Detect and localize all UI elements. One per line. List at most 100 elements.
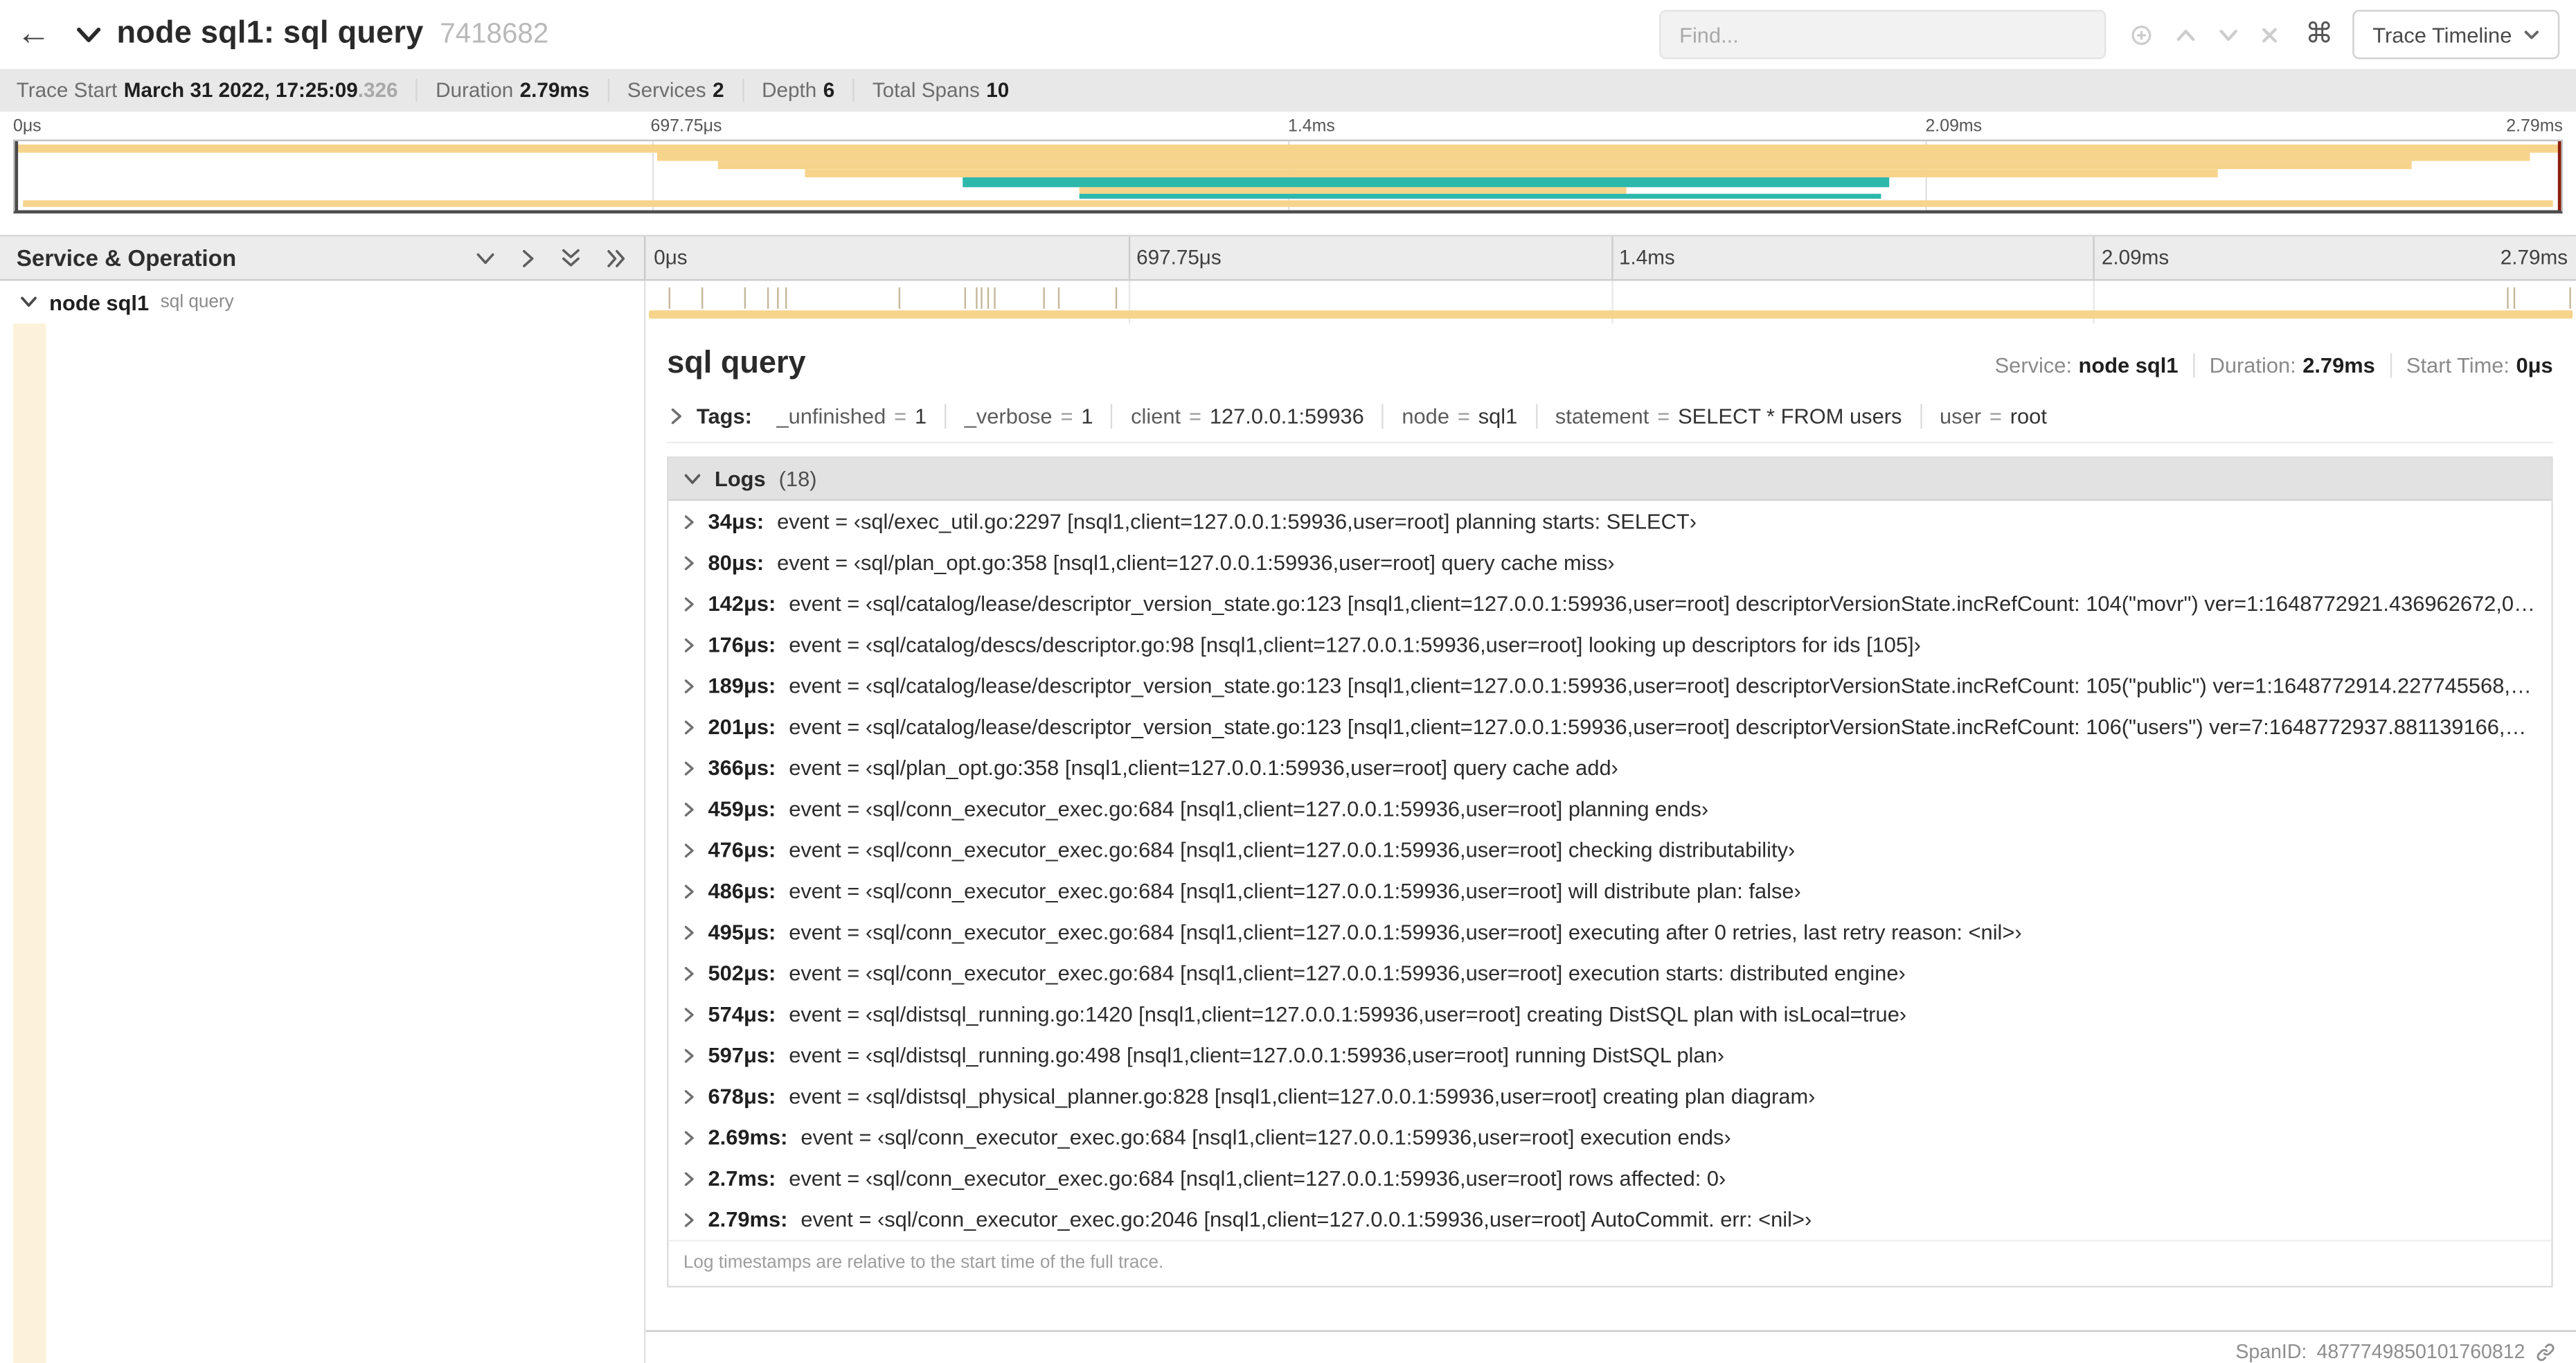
chevron-right-icon — [683, 1089, 695, 1105]
minimap-span-bar — [1079, 193, 1881, 199]
span-row[interactable]: node sql1 sql query — [0, 280, 2576, 324]
logs-accordion-header[interactable]: Logs (18) — [668, 458, 2552, 501]
log-row[interactable]: 201μs: event = ‹sql/catalog/lease/descri… — [669, 706, 2552, 747]
service-operation-title: Service & Operation — [16, 244, 237, 271]
timeline-header: Service & Operation 0μs 697.75μs 1.4ms 2… — [0, 235, 2576, 281]
collapse-all-double-chevron-down-icon[interactable] — [560, 247, 582, 269]
span-id-label: SpanID: — [2235, 1339, 2307, 1363]
span-meta-item: Duration: 2.79ms — [2194, 353, 2392, 378]
minimap-axis-label: 697.75μs — [650, 116, 722, 136]
span-detail-header: sql query Service: node sql1 Duration: 2.7… — [667, 340, 2553, 393]
trace-summary-bar: Trace Start March 31 2022, 17:25:09.326 D… — [0, 69, 2576, 112]
minimap-scrubber-right[interactable] — [2557, 141, 2561, 211]
keyboard-shortcuts-icon[interactable]: ⌘ — [2299, 18, 2353, 51]
link-icon[interactable] — [2535, 1341, 2557, 1362]
chevron-right-icon — [683, 1048, 695, 1064]
trace-view-dropdown[interactable]: Trace Timeline — [2352, 10, 2560, 60]
chevron-right-icon — [683, 1006, 695, 1023]
tag-pair: user = root — [1939, 404, 2047, 429]
minimap-axis-label: 0μs — [12, 116, 42, 136]
chevron-right-icon — [670, 407, 683, 425]
minimap-canvas[interactable] — [12, 139, 2563, 214]
ruler-label: 697.75μs — [1136, 246, 1222, 269]
page-title: node sql1: sql query — [116, 16, 424, 51]
tags-label: Tags: — [696, 404, 752, 429]
log-row[interactable]: 597μs: event = ‹sql/distsql_running.go:4… — [669, 1035, 2552, 1076]
log-row[interactable]: 176μs: event = ‹sql/catalog/descs/descri… — [669, 624, 2552, 665]
span-row-timeline-cell[interactable] — [645, 280, 2576, 324]
log-tick — [744, 287, 746, 309]
trace-summary-item: Trace Start March 31 2022, 17:25:09.326 — [17, 78, 418, 103]
span-detail-title: sql query — [667, 346, 806, 382]
next-match-chevron-down-icon[interactable] — [2218, 27, 2239, 42]
trace-timeline-page: ← node sql1: sql query 7418682 Find... ⌘… — [0, 0, 2576, 1363]
log-row[interactable]: 366μs: event = ‹sql/plan_opt.go:358 [nsq… — [669, 747, 2552, 788]
minimap-span-bar — [22, 200, 2554, 207]
timeline-ruler: 0μs 697.75μs 1.4ms 2.09ms 2.79ms — [645, 236, 2576, 280]
chevron-right-icon — [683, 965, 695, 982]
service-operation-header: Service & Operation — [0, 236, 646, 280]
log-row[interactable]: 495μs: event = ‹sql/conn_executor_exec.g… — [669, 911, 2552, 952]
log-row[interactable]: 142μs: event = ‹sql/catalog/lease/descri… — [669, 583, 2552, 624]
header-controls: ⌘ Trace Timeline — [1659, 10, 2560, 60]
log-row[interactable]: 459μs: event = ‹sql/conn_executor_exec.g… — [669, 788, 2552, 829]
minimap-span-bar — [1079, 187, 1627, 194]
back-icon[interactable]: ← — [17, 15, 75, 54]
clear-find-x-icon[interactable] — [2261, 26, 2279, 44]
minimap-span-bar — [962, 177, 1889, 188]
log-tick — [993, 287, 995, 309]
chevron-right-icon — [683, 760, 695, 777]
expand-one-chevron-right-icon[interactable] — [521, 247, 535, 269]
ruler-label: 2.09ms — [2101, 246, 2170, 269]
collapse-one-chevron-down-icon[interactable] — [475, 251, 497, 265]
minimap-scrubber-left[interactable] — [15, 141, 19, 211]
chevron-down-icon[interactable] — [19, 296, 37, 309]
span-meta-item: Service: node sql1 — [1980, 353, 2195, 378]
log-row[interactable]: 574μs: event = ‹sql/distsql_running.go:1… — [669, 994, 2552, 1035]
tag-pair: statement = SELECT * FROM users — [1537, 404, 1922, 429]
locate-icon[interactable] — [2129, 22, 2154, 47]
log-row[interactable]: 2.7ms: event = ‹sql/conn_executor_exec.g… — [669, 1158, 2552, 1199]
chevron-right-icon — [683, 720, 695, 736]
trace-summary-item: Duration 2.79ms — [418, 78, 609, 103]
log-row[interactable]: 678μs: event = ‹sql/distsql_physical_pla… — [669, 1076, 2552, 1116]
log-tick — [701, 287, 704, 309]
log-tick — [987, 287, 990, 309]
log-row[interactable]: 476μs: event = ‹sql/conn_executor_exec.g… — [669, 829, 2552, 870]
trace-summary-item: Depth 6 — [744, 78, 855, 103]
service-name: node sql1 — [49, 289, 150, 315]
expand-all-double-chevron-right-icon[interactable] — [606, 247, 627, 269]
span-detail-panel: sql query Service: node sql1 Duration: 2.7… — [645, 323, 2576, 1332]
logs-footnote: Log timestamps are relative to the start… — [668, 1240, 2552, 1285]
span-meta-item: Start Time: 0μs — [2406, 353, 2553, 378]
ruler-label: 1.4ms — [1619, 246, 1675, 269]
span-duration-bar[interactable] — [649, 310, 2573, 319]
log-row[interactable]: 2.79ms: event = ‹sql/conn_executor_exec.… — [669, 1199, 2552, 1240]
log-tick — [898, 287, 900, 309]
minimap-axis-label: 2.09ms — [1925, 116, 1983, 136]
minimap-span-bar — [717, 161, 2411, 170]
chevron-right-icon — [683, 925, 695, 941]
tags-accordion[interactable]: Tags: _unfinished = 1 _verbose = 1 client = 12… — [667, 393, 2553, 444]
chevron-right-icon — [683, 637, 695, 654]
minimap-span-bar — [656, 152, 2531, 161]
span-row-name-cell[interactable]: node sql1 sql query — [0, 280, 646, 324]
span-id-row: SpanID: 4877749850101760812 — [645, 1331, 2576, 1363]
timeline-collapser — [475, 247, 628, 269]
prev-match-chevron-up-icon[interactable] — [2176, 27, 2197, 42]
logs-accordion: Logs (18) 34μs: event = ‹sql/exec_util.g… — [667, 456, 2553, 1288]
log-row[interactable]: 189μs: event = ‹sql/catalog/lease/descri… — [669, 665, 2552, 706]
chevron-down-icon[interactable] — [75, 25, 102, 44]
log-tick — [964, 287, 966, 309]
log-row[interactable]: 486μs: event = ‹sql/conn_executor_exec.g… — [669, 871, 2552, 911]
log-row[interactable]: 34μs: event = ‹sql/exec_util.go:2297 [ns… — [669, 501, 2552, 542]
minimap-span-bar — [804, 169, 2218, 178]
log-row[interactable]: 502μs: event = ‹sql/conn_executor_exec.g… — [669, 952, 2552, 993]
chevron-right-icon — [683, 596, 695, 613]
log-tick — [2570, 287, 2572, 309]
tag-pair: client = 127.0.0.1:59936 — [1113, 404, 1384, 429]
log-row[interactable]: 80μs: event = ‹sql/plan_opt.go:358 [nsql… — [669, 542, 2552, 582]
find-input[interactable] — [1659, 10, 2107, 60]
find-controls — [2107, 22, 2299, 47]
log-row[interactable]: 2.69ms: event = ‹sql/conn_executor_exec.… — [669, 1116, 2552, 1157]
